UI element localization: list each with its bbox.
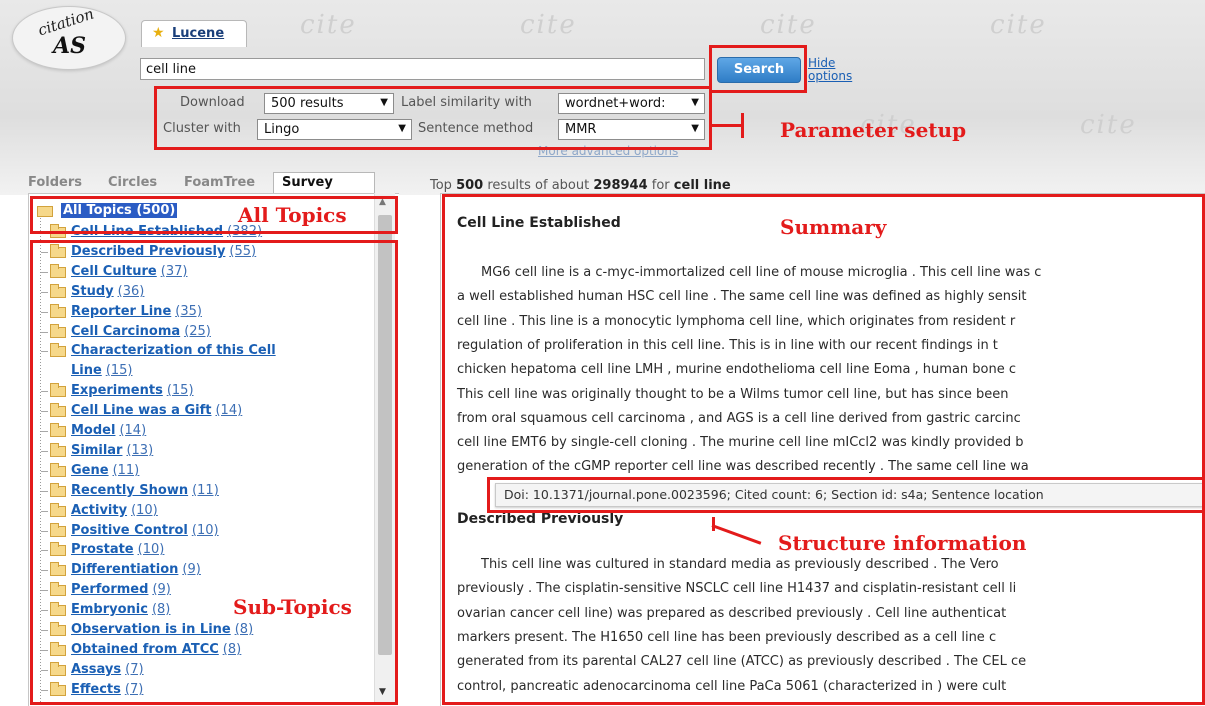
annotation-summary: Summary: [780, 215, 887, 239]
annotation-connector: [741, 113, 744, 138]
star-icon: ★: [152, 25, 165, 41]
logo-text-main: AS: [53, 33, 86, 59]
annotation-box-summary: [442, 194, 1205, 705]
annotation-box-parameters: [154, 86, 712, 150]
background-watermark: cite: [520, 10, 577, 40]
results-header: Top 500 results of about 298944 for cell…: [430, 178, 731, 193]
tab-survey[interactable]: Survey: [273, 172, 375, 194]
annotation-box-sub-topics: [30, 240, 398, 705]
annotation-parameter-setup: Parameter setup: [780, 118, 967, 142]
annotation-box-search: [709, 45, 807, 93]
app-logo[interactable]: citation AS: [12, 5, 126, 70]
annotation-structure-information: Structure information: [778, 531, 1027, 555]
background-watermark: cite: [300, 10, 357, 40]
annotation-connector: [712, 124, 744, 127]
tab-lucene-label: Lucene: [172, 26, 225, 41]
background-watermark: cite: [1080, 110, 1137, 140]
tab-circles[interactable]: Circles: [108, 175, 157, 190]
background-watermark: cite: [990, 10, 1047, 40]
tab-folders[interactable]: Folders: [28, 175, 82, 190]
annotation-all-topics: All Topics: [238, 203, 347, 227]
hide-options-link[interactable]: Hide options: [808, 57, 878, 83]
annotation-sub-topics: Sub-Topics: [233, 595, 352, 619]
tab-lucene[interactable]: ★ Lucene: [141, 20, 247, 47]
background-watermark: cite: [760, 10, 817, 40]
annotation-box-structure: [487, 477, 1205, 513]
tab-foamtree[interactable]: FoamTree: [184, 175, 255, 190]
search-input[interactable]: [140, 58, 705, 80]
